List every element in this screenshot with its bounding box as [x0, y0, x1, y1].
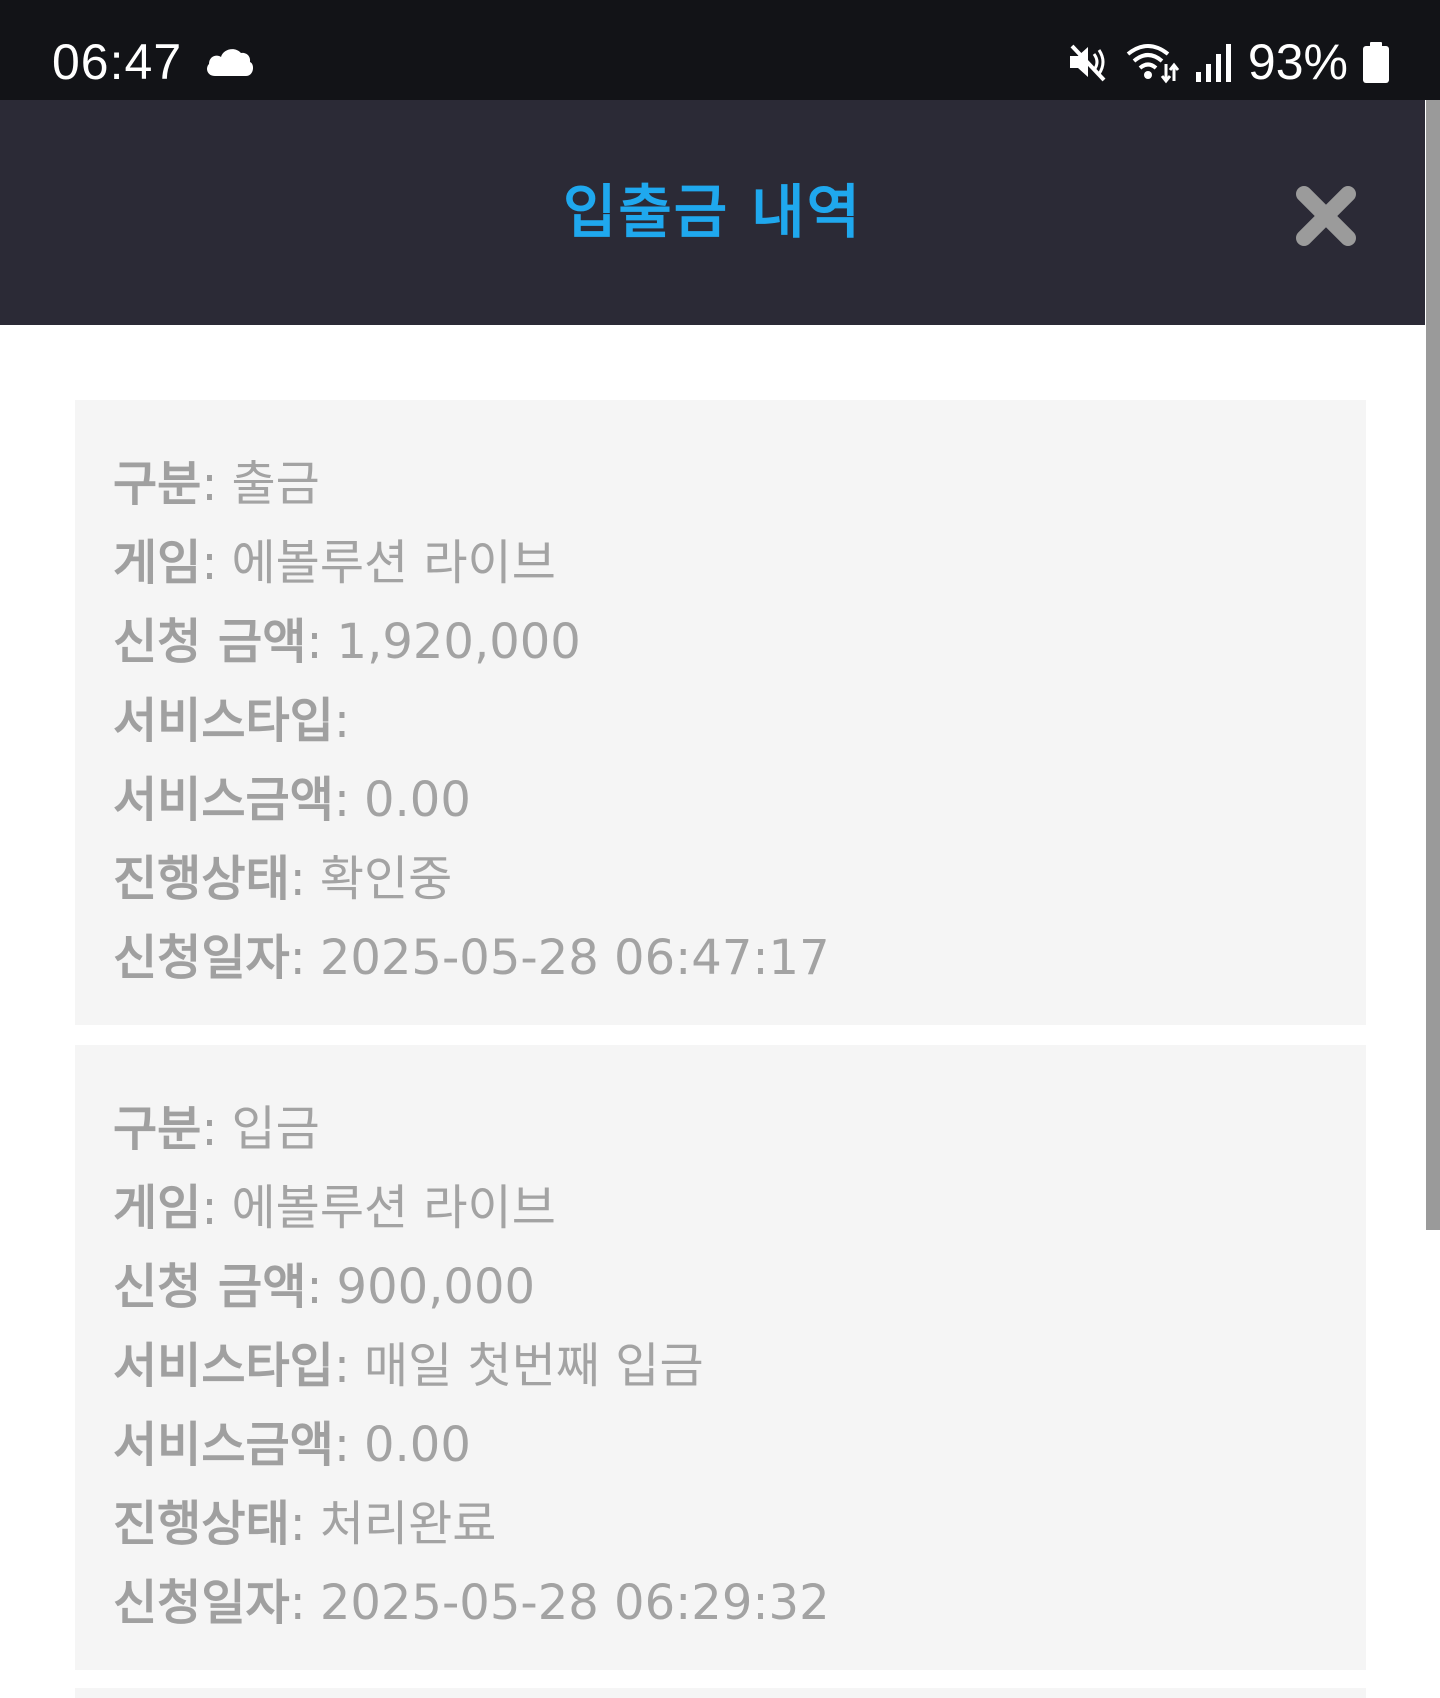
transaction-card: 구분: 출금 게임: 에볼루션 라이브 신청 금액: 1,920,000 서비스타입:…: [75, 400, 1366, 1025]
battery-percent: 93%: [1247, 34, 1348, 90]
type-row: 구분: 입금: [113, 1101, 320, 1157]
status-value: 확인중: [319, 851, 453, 907]
battery-icon: [1363, 42, 1389, 83]
header: 입출금 내역: [0, 100, 1425, 325]
status-row: 진행상태: 처리완료: [113, 1496, 497, 1552]
status-bar: 06:47 93%: [0, 0, 1440, 100]
date-row: 신청일자: 2025-05-28 06:29:32: [113, 1575, 830, 1631]
service-amount-label: 서비스금액: [113, 772, 334, 828]
date-value: 2025-05-28 06:29:32: [319, 1575, 830, 1631]
service-amount-row: 서비스금액: 0.00: [113, 1417, 471, 1473]
status-value: 처리완료: [319, 1496, 497, 1552]
amount-value: 900,000: [336, 1259, 536, 1315]
game-label: 게임: [113, 535, 202, 591]
amount-row: 신청 금액: 900,000: [113, 1259, 536, 1315]
service-type-row: 서비스타입:: [113, 693, 350, 749]
type-label: 구분: [113, 1101, 202, 1157]
amount-label: 신청 금액: [113, 614, 307, 670]
service-type-row: 서비스타입: 매일 첫번째 입금: [113, 1338, 704, 1394]
service-amount-value: 0.00: [363, 772, 471, 828]
wifi-icon: [1126, 44, 1180, 84]
type-value: 출금: [231, 456, 320, 512]
mute-icon: [1069, 44, 1106, 82]
service-type-value: 매일 첫번째 입금: [363, 1338, 704, 1394]
date-label: 신청일자: [113, 1575, 290, 1631]
close-icon[interactable]: [1290, 180, 1362, 252]
transaction-card: 구분: 입금 게임: 에볼루션 라이브 신청 금액: 900,000 서비스타입: 매일…: [75, 1045, 1366, 1670]
date-row: 신청일자: 2025-05-28 06:47:17: [113, 930, 830, 986]
service-type-label: 서비스타입: [113, 693, 334, 749]
service-amount-row: 서비스금액: 0.00: [113, 772, 471, 828]
page-title: 입출금 내역: [563, 178, 862, 246]
date-label: 신청일자: [113, 930, 290, 986]
date-value: 2025-05-28 06:47:17: [319, 930, 830, 986]
game-row: 게임: 에볼루션 라이브: [113, 535, 556, 591]
amount-row: 신청 금액: 1,920,000: [113, 614, 581, 670]
transaction-list: 구분: 출금 게임: 에볼루션 라이브 신청 금액: 1,920,000 서비스타입:…: [0, 325, 1425, 1698]
status-label: 진행상태: [113, 851, 290, 907]
amount-value: 1,920,000: [336, 614, 581, 670]
status-icons: 93%: [1066, 30, 1390, 94]
type-value: 입금: [231, 1101, 320, 1157]
game-row: 게임: 에볼루션 라이브: [113, 1180, 556, 1236]
type-label: 구분: [113, 456, 202, 512]
type-row: 구분: 출금: [113, 456, 320, 512]
game-value: 에볼루션 라이브: [231, 535, 556, 591]
game-value: 에볼루션 라이브: [231, 1180, 556, 1236]
service-type-label: 서비스타입: [113, 1338, 334, 1394]
service-amount-value: 0.00: [363, 1417, 471, 1473]
amount-label: 신청 금액: [113, 1259, 307, 1315]
service-amount-label: 서비스금액: [113, 1417, 334, 1473]
game-label: 게임: [113, 1180, 202, 1236]
status-row: 진행상태: 확인중: [113, 851, 453, 907]
cloud-icon: [207, 49, 254, 76]
status-time: 06:47: [52, 34, 183, 90]
scrollbar[interactable]: [1426, 100, 1440, 1230]
signal-icon: [1195, 44, 1231, 82]
status-label: 진행상태: [113, 1496, 290, 1552]
next-card-edge: [75, 1688, 1366, 1698]
